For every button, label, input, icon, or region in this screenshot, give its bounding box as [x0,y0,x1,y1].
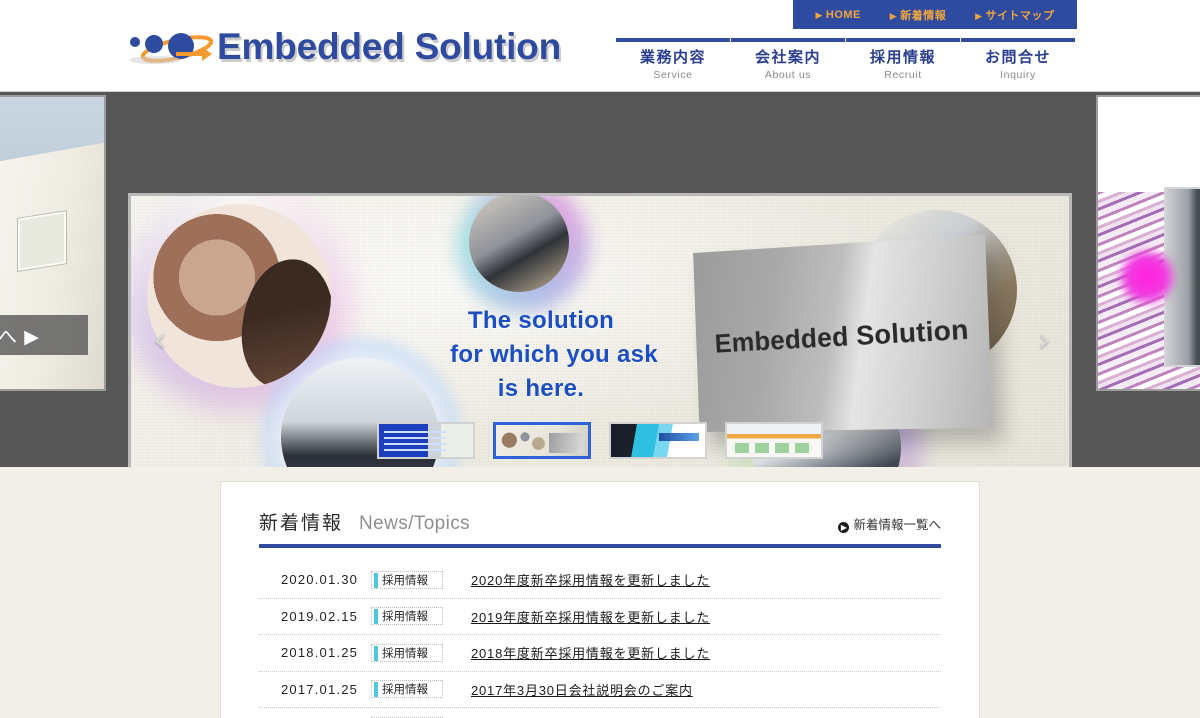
main-content: 新着情報 News/Topics ▶ 新着情報一覧へ 2020.01.30 採用情… [0,467,1200,718]
news-title-ja: 新着情報 [259,513,344,534]
building-photo: へ ▶ [0,97,104,389]
magenta-streak-graphic [1098,97,1200,389]
utility-link-sitemap-label: サイトマップ [985,9,1055,22]
news-date: 2020.01.30 [281,572,359,588]
news-row[interactable]: 2019.02.15 採用情報 2019年度新卒採用情報を更新しました [259,599,941,635]
news-archive-link[interactable]: ▶ 新着情報一覧へ [838,514,941,533]
site-logo[interactable]: Embedded Solution [122,22,561,70]
news-title-en: News/Topics [359,513,471,534]
news-link[interactable]: 2018年度新卒採用情報を更新しました [471,643,710,662]
main-navigation: 業務内容 Service 会社案内 About us 採用情報 Recruit … [616,38,1075,81]
site-header: ▶ HOME ▶ 新着情報 ▶ サイトマップ Embedded Solution 業務… [0,0,1200,92]
news-list: 2020.01.30 採用情報 2020年度新卒採用情報を更新しました 2019… [259,562,941,718]
hero-slider: へ ▶ Embedded Solution The solution for w… [0,92,1200,467]
news-header: 新着情報 News/Topics ▶ 新着情報一覧へ [259,508,941,548]
photo-bubble-couple [147,204,331,388]
utility-navigation: ▶ HOME ▶ 新着情報 ▶ サイトマップ [793,0,1077,29]
nav-item-about-us-en: About us [764,68,812,81]
nav-item-recruit[interactable]: 採用情報 Recruit [846,38,960,81]
slide-headline-line-1: The solution [467,307,615,334]
news-row[interactable]: 2017.01.25 採用情報 2017年度新卒採用情報を更新しました [259,708,941,718]
nav-item-inquiry[interactable]: お問合せ Inquiry [961,38,1075,81]
nav-item-recruit-en: Recruit [884,68,922,81]
news-panel: 新着情報 News/Topics ▶ 新着情報一覧へ 2020.01.30 採用情… [220,481,980,718]
utility-link-news-label: 新着情報 [900,9,947,22]
slide-peek-next[interactable] [1096,95,1200,391]
slide-thumb-4[interactable] [725,422,823,459]
nav-item-service-en: Service [653,68,693,81]
news-date: 2017.01.25 [281,681,359,697]
nav-item-service[interactable]: 業務内容 Service [616,38,730,81]
news-category-badge: 採用情報 [371,570,443,589]
news-row[interactable]: 2017.01.25 採用情報 2017年3月30日会社説明会のご案内 [259,672,941,708]
slide-thumb-2[interactable] [493,422,591,459]
nav-item-inquiry-ja: お問合せ [984,49,1051,66]
equipment-rack [1164,187,1200,367]
news-category-badge: 採用情報 [371,607,443,626]
nav-item-about-us-ja: 会社案内 [754,49,821,66]
photo-bubble-laptop-hands [469,196,569,292]
news-row[interactable]: 2018.01.25 採用情報 2018年度新卒採用情報を更新しました [259,635,941,672]
nav-item-inquiry-en: Inquiry [1000,68,1036,81]
plaque-text: Embedded Solution [713,313,969,358]
planet-orbit-logo-icon [129,33,214,64]
caret-icon: ▶ [975,10,983,21]
slide-headline-line-3: is here. [497,375,585,403]
caret-icon: ▶ [889,10,898,21]
slide-headline-line-2: for which you ask [450,341,658,369]
site-logo-text: Embedded Solution [217,25,561,67]
nav-item-recruit-ja: 採用情報 [869,49,936,66]
nav-item-service-ja: 業務内容 [639,49,706,66]
news-row[interactable]: 2020.01.30 採用情報 2020年度新卒採用情報を更新しました [259,562,941,599]
slider-prev-arrow-icon[interactable]: ‹ [153,320,167,360]
slide-thumb-1[interactable] [377,422,475,459]
news-archive-link-label: 新着情報一覧へ [853,518,941,532]
news-category-badge: 採用情報 [371,643,443,662]
utility-link-news[interactable]: ▶ 新着情報 [890,7,946,23]
news-link[interactable]: 2019年度新卒採用情報を更新しました [471,607,710,626]
utility-link-home[interactable]: ▶ HOME [815,9,860,21]
slide-headline: The solution for which you ask is here. [331,304,751,406]
news-date: 2018.01.25 [281,645,359,661]
caret-icon: ▶ [815,9,823,20]
slide-thumb-3[interactable] [609,422,707,459]
slider-next-arrow-icon[interactable]: › [1037,320,1051,360]
arrow-bullet-icon: ▶ [838,522,850,533]
peek-left-caption: へ ▶ [0,315,88,355]
nav-item-about-us[interactable]: 会社案内 About us [731,38,845,81]
news-date: 2019.02.15 [281,608,359,624]
slider-thumbnail-nav [0,422,1200,459]
news-link[interactable]: 2017年3月30日会社説明会のご案内 [471,680,693,699]
news-category-badge: 採用情報 [371,680,443,699]
utility-link-home-label: HOME [825,8,861,21]
news-link[interactable]: 2020年度新卒採用情報を更新しました [471,570,710,589]
building-window [18,211,66,271]
slide-peek-previous[interactable]: へ ▶ [0,95,106,391]
utility-link-sitemap[interactable]: ▶ サイトマップ [975,7,1054,23]
